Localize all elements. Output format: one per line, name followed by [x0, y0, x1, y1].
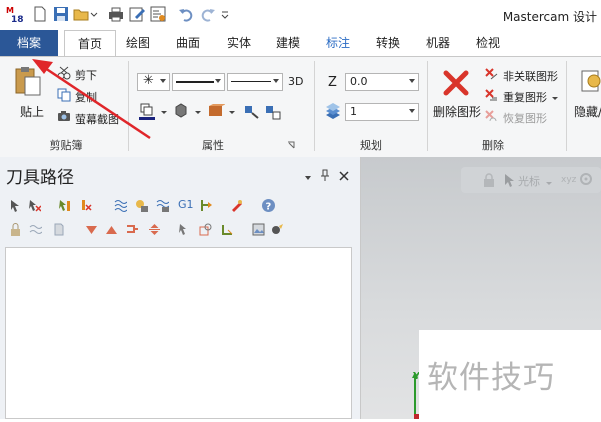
- annotation-arrow: [32, 59, 151, 140]
